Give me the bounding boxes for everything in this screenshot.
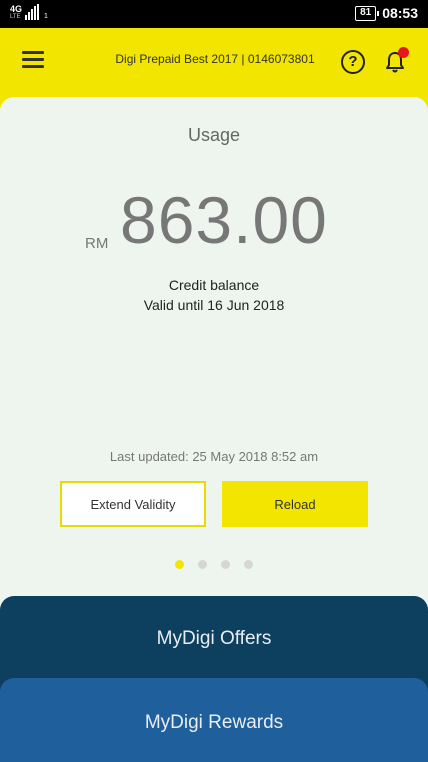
sim-slot: 1 (44, 13, 48, 20)
page-dot-4[interactable] (244, 560, 253, 569)
page-indicator (0, 560, 428, 569)
page-dot-1[interactable] (175, 560, 184, 569)
offers-label: MyDigi Offers (156, 628, 272, 649)
currency-label: RM (85, 235, 109, 252)
page-dot-2[interactable] (198, 560, 207, 569)
balance-display: RM 863.00 (0, 185, 428, 265)
bell-icon[interactable] (383, 47, 409, 76)
network-subtype: LTE (10, 14, 21, 20)
clock: 08:53 (382, 5, 418, 21)
signal-icon (25, 4, 40, 20)
notification-dot (398, 47, 409, 58)
app-header: Digi Prepaid Best 2017 | 0146073801 ? (0, 28, 428, 94)
credit-balance-label: Credit balance (168, 277, 260, 293)
account-label: Digi Prepaid Best 2017 | 0146073801 (115, 52, 315, 66)
last-updated-label: Last updated: 25 May 2018 8:52 am (109, 449, 319, 464)
usage-card: Usage RM 863.00 Credit balance Valid unt… (0, 97, 428, 637)
network-indicator: 4G LTE 1 (10, 4, 48, 20)
extend-validity-button[interactable]: Extend Validity (60, 481, 206, 527)
battery-icon: 81 (355, 5, 380, 21)
help-icon[interactable]: ? (341, 50, 365, 74)
balance-amount: 863.00 (120, 183, 328, 257)
mydigi-rewards-panel[interactable]: MyDigi Rewards (0, 678, 428, 762)
reload-button[interactable]: Reload (222, 481, 368, 527)
page-dot-3[interactable] (221, 560, 230, 569)
rewards-label: MyDigi Rewards (144, 712, 284, 733)
usage-title: Usage (187, 125, 241, 145)
network-type: 4G (10, 4, 23, 14)
status-bar: 4G LTE 1 81 08:53 (0, 0, 428, 28)
menu-icon[interactable] (22, 51, 44, 69)
validity-label: Valid until 16 Jun 2018 (143, 297, 285, 313)
